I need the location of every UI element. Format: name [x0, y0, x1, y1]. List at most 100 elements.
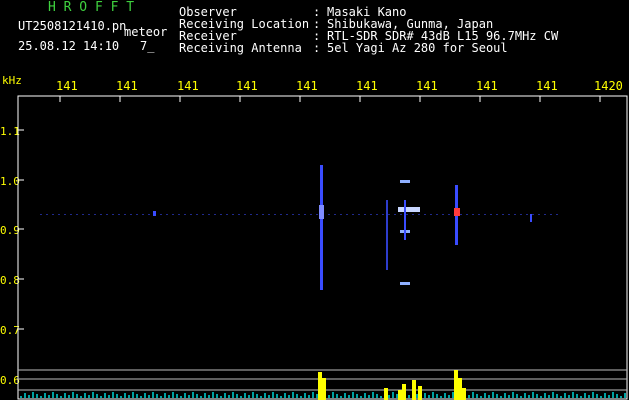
noise-bar [580, 396, 582, 398]
signal-dot [292, 214, 294, 215]
noise-bar [204, 393, 206, 398]
signal-dot [376, 214, 378, 215]
histogram-bar [322, 378, 326, 400]
histogram-bar [412, 380, 416, 400]
signal-dot [490, 214, 492, 215]
noise-bar [236, 394, 238, 398]
signal-dot [334, 214, 336, 215]
signal-dot [148, 214, 150, 215]
signal-trace [404, 200, 406, 240]
noise-bar [136, 394, 138, 398]
signal-dot [358, 214, 360, 215]
signal-dot [328, 214, 330, 215]
noise-bar [92, 392, 94, 398]
noise-bar [536, 394, 538, 398]
noise-bar [576, 394, 578, 398]
noise-bar [612, 392, 614, 398]
signal-dot [508, 214, 510, 215]
signal-dot [484, 214, 486, 215]
noise-bar [220, 396, 222, 398]
noise-bar [116, 394, 118, 398]
signal-dot [238, 214, 240, 215]
noise-bar [344, 393, 346, 398]
noise-bar [284, 393, 286, 398]
signal-dot [526, 214, 528, 215]
noise-bar [416, 394, 418, 398]
noise-bar [552, 392, 554, 398]
noise-bar [396, 394, 398, 398]
signal-dot [153, 211, 156, 216]
noise-bar [64, 393, 66, 398]
signal-dot [220, 214, 222, 215]
noise-bar [196, 394, 198, 398]
noise-bar [192, 392, 194, 398]
signal-blob [400, 180, 410, 183]
signal-dot [472, 214, 474, 215]
noise-bar [372, 392, 374, 398]
meteor-trace [320, 165, 323, 290]
noise-bar [516, 394, 518, 398]
signal-dot [286, 214, 288, 215]
noise-bar [364, 393, 366, 398]
noise-bar [336, 394, 338, 398]
noise-bar [392, 392, 394, 398]
noise-bar [356, 394, 358, 398]
noise-bar [308, 395, 310, 398]
signal-dot [88, 214, 90, 215]
signal-dot [502, 214, 504, 215]
noise-bar [596, 394, 598, 398]
signal-dot [514, 214, 516, 215]
signal-dot [94, 214, 96, 215]
signal-dot [310, 214, 312, 215]
noise-bar [492, 392, 494, 398]
signal-dot [424, 214, 426, 215]
signal-traces [40, 165, 558, 290]
noise-bar [532, 392, 534, 398]
signal-dot [340, 214, 342, 215]
noise-bar [208, 395, 210, 398]
noise-bar [496, 394, 498, 398]
signal-dot [556, 214, 558, 215]
noise-bar [232, 392, 234, 398]
noise-bar [360, 396, 362, 398]
histogram-bar [398, 390, 402, 400]
noise-bar [40, 396, 42, 398]
noise-bar [332, 392, 334, 398]
signal-blob [400, 282, 410, 285]
signal-dot [400, 214, 402, 215]
noise-bar [468, 395, 470, 398]
noise-bar [180, 396, 182, 398]
signal-dot [100, 214, 102, 215]
noise-bar [228, 395, 230, 398]
spectrogram-canvas [17, 95, 628, 400]
signal-dot [142, 214, 144, 215]
noise-bar [152, 392, 154, 398]
noise-bar [148, 395, 150, 398]
histogram-bar [454, 370, 458, 400]
noise-bar [592, 392, 594, 398]
noise-bar [564, 393, 566, 398]
signal-dot [52, 214, 54, 215]
signal-dot [58, 214, 60, 215]
signal-dot [250, 214, 252, 215]
noise-bar [340, 396, 342, 398]
noise-bar [120, 396, 122, 398]
noise-bar [84, 393, 86, 398]
signal-dot [538, 214, 540, 215]
noise-bar [140, 396, 142, 398]
signal-dot [430, 214, 432, 215]
noise-bar [96, 394, 98, 398]
meteor-trace-core [319, 205, 324, 219]
noise-bar [432, 392, 434, 398]
noise-bar [568, 395, 570, 398]
signal-dot [190, 214, 192, 215]
signal-dot [202, 214, 204, 215]
noise-bar [528, 395, 530, 398]
noise-bar [100, 396, 102, 398]
noise-bar [216, 394, 218, 398]
signal-dot [406, 214, 408, 215]
noise-bar [452, 392, 454, 398]
signal-dot [256, 214, 258, 215]
noise-bar [264, 393, 266, 398]
noise-bar [44, 393, 46, 398]
